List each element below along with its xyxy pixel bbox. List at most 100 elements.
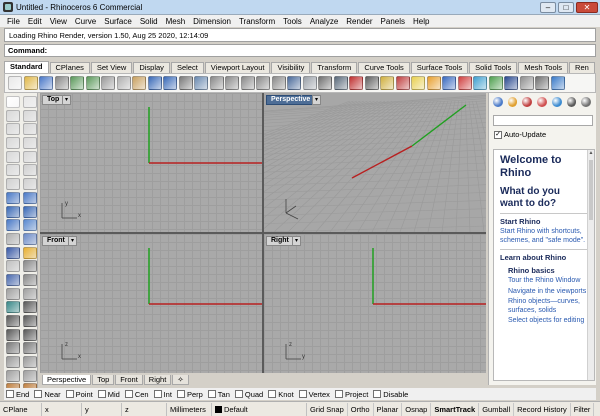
environment-tab-icon[interactable] (551, 97, 562, 107)
tab-viewport-layout[interactable]: Viewport Layout (204, 62, 271, 73)
viewport-label-perspective[interactable]: Perspective (266, 95, 316, 105)
arc-icon[interactable] (23, 137, 37, 150)
osnap-tan[interactable]: Tan (207, 390, 230, 399)
osnap-mid-checkbox[interactable] (97, 390, 106, 398)
viewport-label-right[interactable]: Right (266, 236, 294, 246)
mirror-icon[interactable] (23, 328, 37, 341)
join-icon[interactable] (6, 260, 20, 273)
tab-visibility[interactable]: Visibility (271, 62, 311, 73)
grid-icon[interactable] (302, 76, 317, 90)
status-filter[interactable]: Filter (571, 402, 595, 416)
current-layer[interactable]: Default (212, 402, 307, 416)
copy-object-icon[interactable] (6, 315, 20, 327)
offset-icon[interactable] (23, 178, 37, 191)
menu-mesh[interactable]: Mesh (162, 17, 190, 26)
auto-update-checkbox[interactable] (494, 130, 502, 139)
ground-plane-icon[interactable] (488, 76, 503, 90)
curve-tools-icon[interactable] (23, 164, 37, 177)
tab-surface-tools[interactable]: Surface Tools (410, 62, 469, 73)
group-icon[interactable] (6, 287, 20, 300)
zoom-icon[interactable] (209, 76, 224, 90)
mesh-icon[interactable] (6, 232, 20, 245)
osnap-point-checkbox[interactable] (65, 390, 74, 398)
properties-icon[interactable] (395, 76, 410, 90)
status-osnap[interactable]: Osnap (402, 402, 432, 416)
help-icon[interactable] (550, 76, 565, 90)
rhino-objects-link[interactable]: Rhino objects—curves, surfaces, solids (500, 298, 590, 315)
osnap-int[interactable]: Int (153, 390, 172, 399)
explode-icon[interactable] (23, 246, 37, 259)
extrude-curve-icon[interactable] (23, 191, 37, 204)
osnap-disable[interactable]: Disable (373, 390, 408, 399)
boolean-union-icon[interactable] (6, 273, 20, 286)
viewport-menu-arrow-right[interactable]: ▾ (292, 236, 301, 246)
menu-edit[interactable]: Edit (24, 17, 46, 26)
print-icon[interactable] (54, 76, 69, 90)
viewport-tab-front[interactable]: Front (115, 374, 143, 385)
polyline-icon[interactable] (6, 109, 20, 122)
menu-help[interactable]: Help (409, 17, 433, 26)
osnap-quad[interactable]: Quad (234, 390, 263, 399)
auto-update-toggle[interactable]: Auto-Update (494, 130, 546, 139)
osnap-project[interactable]: Project (334, 390, 368, 399)
menu-view[interactable]: View (46, 17, 71, 26)
layers-tab-icon[interactable] (507, 97, 518, 107)
zoom-extents-icon[interactable] (240, 76, 255, 90)
osnap-mid[interactable]: Mid (97, 390, 120, 399)
osnap-knot-checkbox[interactable] (268, 390, 277, 398)
trim-icon[interactable] (23, 260, 37, 273)
osnap-end[interactable]: End (6, 390, 29, 399)
viewport-top[interactable]: Top ▾ y x (40, 93, 262, 232)
light-icon[interactable] (411, 76, 425, 90)
viewport-perspective[interactable]: Perspective ▾ (264, 93, 486, 232)
units-indicator[interactable]: Millimeters (167, 402, 212, 416)
sphere-icon[interactable] (23, 205, 37, 218)
more-tab-icon[interactable] (581, 97, 592, 107)
hatch-icon[interactable] (6, 369, 20, 382)
help-tab-icon[interactable] (566, 97, 577, 107)
osnap-disable-checkbox[interactable] (373, 390, 382, 398)
scroll-up-icon[interactable]: ▲ (588, 150, 594, 157)
import-icon[interactable] (70, 76, 84, 90)
layer-icon[interactable] (380, 76, 394, 90)
osnap-perp[interactable]: Perp (176, 390, 203, 399)
viewport-label-front[interactable]: Front (42, 236, 70, 246)
array-icon[interactable] (6, 342, 20, 355)
osnap-quad-checkbox[interactable] (234, 390, 243, 398)
polygon-icon[interactable] (6, 164, 20, 177)
osnap-project-checkbox[interactable] (334, 390, 343, 398)
osnap-vertex[interactable]: Vertex (298, 390, 330, 399)
scroll-thumb[interactable] (589, 160, 593, 220)
tab-cplanes[interactable]: CPlanes (49, 62, 90, 73)
tab-curve-tools[interactable]: Curve Tools (358, 62, 410, 73)
rotate-icon[interactable] (23, 315, 37, 327)
loft-icon[interactable] (23, 219, 37, 232)
tab-mesh-tools[interactable]: Mesh Tools (518, 62, 569, 73)
surface-from-points-icon[interactable] (6, 191, 20, 204)
menu-curve[interactable]: Curve (71, 17, 100, 26)
status-planar[interactable]: Planar (374, 402, 403, 416)
tab-standard[interactable]: Standard (4, 61, 49, 73)
viewport-tab-top[interactable]: Top (92, 374, 115, 385)
split-icon[interactable] (23, 273, 37, 286)
cplane-indicator[interactable]: CPlane (0, 402, 42, 416)
status-smarttrack[interactable]: SmartTrack (431, 402, 480, 416)
fillet-icon[interactable] (6, 178, 20, 191)
osnap-tan-checkbox[interactable] (207, 390, 216, 398)
orient-icon[interactable] (23, 342, 37, 355)
viewport-menu-arrow-top[interactable]: ▾ (62, 95, 71, 105)
viewport-menu-arrow-perspective[interactable]: ▾ (312, 95, 321, 105)
teapot-icon[interactable] (519, 76, 534, 90)
pan-icon[interactable] (178, 76, 193, 90)
export-icon[interactable] (85, 76, 100, 90)
transform-icon[interactable] (6, 301, 20, 314)
curve-icon[interactable] (6, 123, 20, 136)
extrude-surface-icon[interactable] (6, 219, 20, 232)
tab-select[interactable]: Select (170, 62, 204, 73)
paste-icon[interactable] (132, 76, 146, 90)
materials-tab-icon[interactable] (537, 97, 547, 107)
osnap-int-checkbox[interactable] (153, 390, 162, 398)
copy-icon[interactable] (116, 76, 131, 90)
new-viewport-tab-icon[interactable]: ✧ (172, 374, 189, 385)
osnap-cen-checkbox[interactable] (124, 390, 133, 398)
